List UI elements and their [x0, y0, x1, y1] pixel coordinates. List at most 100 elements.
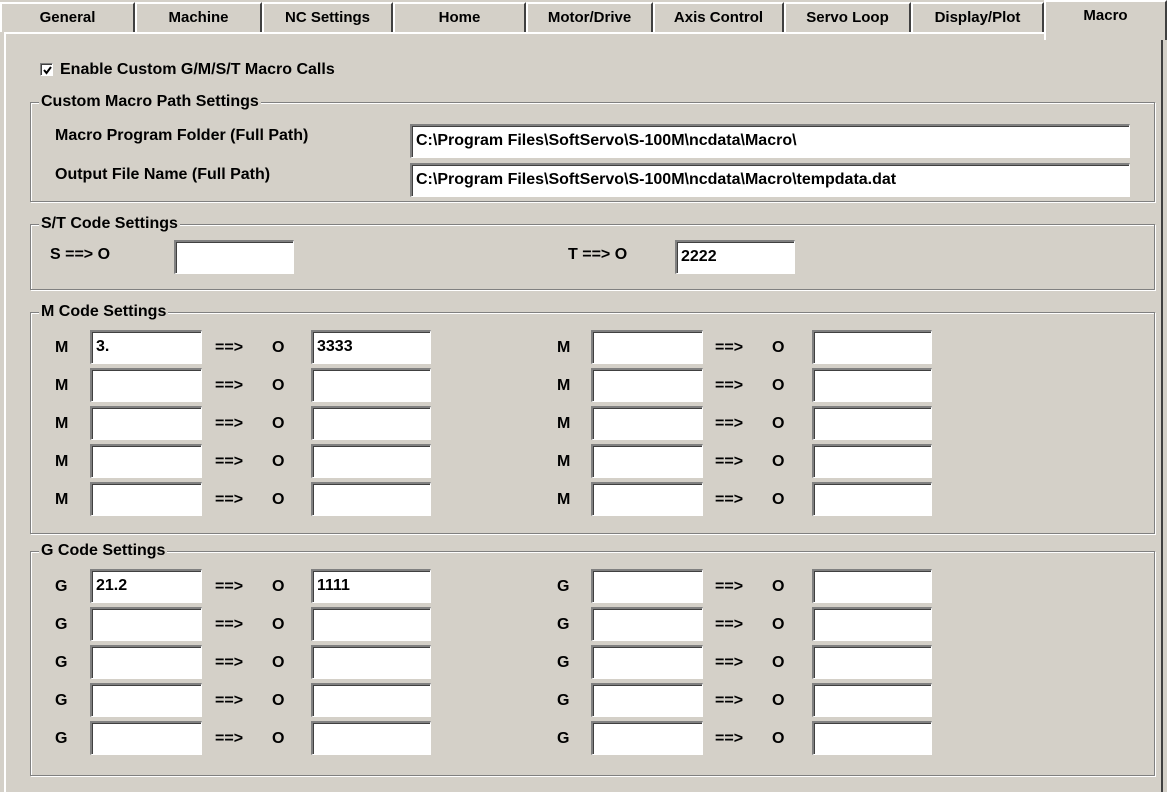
o-label: O [272, 377, 285, 394]
enable-macro-label: Enable Custom G/M/S/T Macro Calls [60, 61, 335, 78]
o-number-field-left[interactable]: 3333 [311, 330, 431, 364]
o-number-field-right[interactable] [812, 482, 932, 516]
o-number-field-right[interactable] [812, 406, 932, 440]
enable-macro-checkbox[interactable] [40, 63, 53, 76]
o-number-field-right[interactable] [812, 368, 932, 402]
tab-general[interactable]: General [0, 2, 135, 32]
o-number-field-right[interactable] [812, 444, 932, 478]
o-label: O [272, 692, 285, 709]
o-number-field-left[interactable] [311, 607, 431, 641]
m-code-field-right[interactable] [591, 330, 703, 364]
o-label: O [772, 730, 785, 747]
o-number-field-right[interactable] [812, 330, 932, 364]
tab-axis-control[interactable]: Axis Control [653, 2, 784, 32]
o-label: O [272, 415, 285, 432]
arrow-label: ==> [715, 578, 744, 595]
arrow-label: ==> [215, 730, 244, 747]
tab-machine[interactable]: Machine [135, 2, 262, 32]
o-label: O [272, 339, 285, 356]
arrow-label: ==> [215, 616, 244, 633]
m-code-field-left[interactable] [90, 444, 202, 478]
g-code-field-right[interactable] [591, 721, 703, 755]
arrow-label: ==> [715, 616, 744, 633]
tab-servo-loop[interactable]: Servo Loop [784, 2, 911, 32]
o-label: O [272, 453, 285, 470]
tab-home[interactable]: Home [393, 2, 526, 32]
o-label: O [272, 730, 285, 747]
o-number-field-right[interactable] [812, 721, 932, 755]
g-code-field-right[interactable] [591, 683, 703, 717]
g-code-field-left[interactable] [90, 683, 202, 717]
g-label: G [557, 654, 570, 671]
tab-display-plot[interactable]: Display/Plot [911, 2, 1044, 32]
st-settings-title: S/T Code Settings [39, 213, 180, 235]
g-code-field-left[interactable] [90, 645, 202, 679]
o-number-field-right[interactable] [812, 683, 932, 717]
m-label: M [557, 491, 571, 508]
m-label: M [55, 453, 69, 470]
g-code-field-right[interactable] [591, 569, 703, 603]
m-label: M [55, 415, 69, 432]
arrow-label: ==> [715, 377, 744, 394]
arrow-label: ==> [215, 339, 244, 356]
m-label: M [55, 377, 69, 394]
o-number-field-left[interactable] [311, 406, 431, 440]
m-code-field-left[interactable] [90, 368, 202, 402]
m-code-field-right[interactable] [591, 406, 703, 440]
o-number-field-right[interactable] [812, 645, 932, 679]
o-number-field-left[interactable] [311, 482, 431, 516]
m-label: M [557, 377, 571, 394]
arrow-label: ==> [715, 415, 744, 432]
g-code-field-right[interactable] [591, 607, 703, 641]
g-code-field-left[interactable] [90, 607, 202, 641]
folder-path-field[interactable]: C:\Program Files\SoftServo\S-100M\ncdata… [410, 124, 1130, 158]
tab-macro[interactable]: Macro [1044, 0, 1167, 40]
m-code-field-left[interactable] [90, 482, 202, 516]
g-code-field-right[interactable] [591, 645, 703, 679]
m-settings-title: M Code Settings [39, 301, 169, 323]
arrow-label: ==> [715, 730, 744, 747]
g-label: G [55, 692, 68, 709]
o-label: O [772, 578, 785, 595]
m-label: M [557, 415, 571, 432]
o-label: O [772, 692, 785, 709]
m-code-field-right[interactable] [591, 482, 703, 516]
g-label: G [55, 616, 68, 633]
output-label: Output File Name (Full Path) [55, 166, 271, 183]
path-settings-title: Custom Macro Path Settings [39, 91, 261, 113]
tab-motor-drive[interactable]: Motor/Drive [526, 2, 653, 32]
arrow-label: ==> [215, 654, 244, 671]
o-number-field-right[interactable] [812, 569, 932, 603]
g-code-field-left[interactable] [90, 721, 202, 755]
t-code-field[interactable]: 2222 [675, 240, 795, 274]
m-code-field-left[interactable] [90, 406, 202, 440]
arrow-label: ==> [215, 453, 244, 470]
m-code-field-left[interactable]: 3. [90, 330, 202, 364]
g-label: G [557, 730, 570, 747]
o-number-field-left[interactable] [311, 368, 431, 402]
arrow-label: ==> [715, 453, 744, 470]
m-label: M [557, 339, 571, 356]
output-file-field[interactable]: C:\Program Files\SoftServo\S-100M\ncdata… [410, 163, 1130, 197]
o-number-field-left[interactable]: 1111 [311, 569, 431, 603]
m-code-field-right[interactable] [591, 444, 703, 478]
m-code-field-right[interactable] [591, 368, 703, 402]
g-settings-title: G Code Settings [39, 540, 168, 562]
g-code-field-left[interactable]: 21.2 [90, 569, 202, 603]
arrow-label: ==> [215, 692, 244, 709]
o-label: O [772, 491, 785, 508]
o-label: O [272, 616, 285, 633]
o-label: O [772, 339, 785, 356]
o-label: O [772, 654, 785, 671]
o-number-field-right[interactable] [812, 607, 932, 641]
o-label: O [272, 491, 285, 508]
o-number-field-left[interactable] [311, 444, 431, 478]
o-label: O [772, 453, 785, 470]
o-number-field-left[interactable] [311, 683, 431, 717]
o-label: O [272, 578, 285, 595]
o-number-field-left[interactable] [311, 721, 431, 755]
arrow-label: ==> [215, 578, 244, 595]
o-number-field-left[interactable] [311, 645, 431, 679]
tab-nc-settings[interactable]: NC Settings [262, 2, 393, 32]
s-code-field[interactable] [174, 240, 294, 274]
